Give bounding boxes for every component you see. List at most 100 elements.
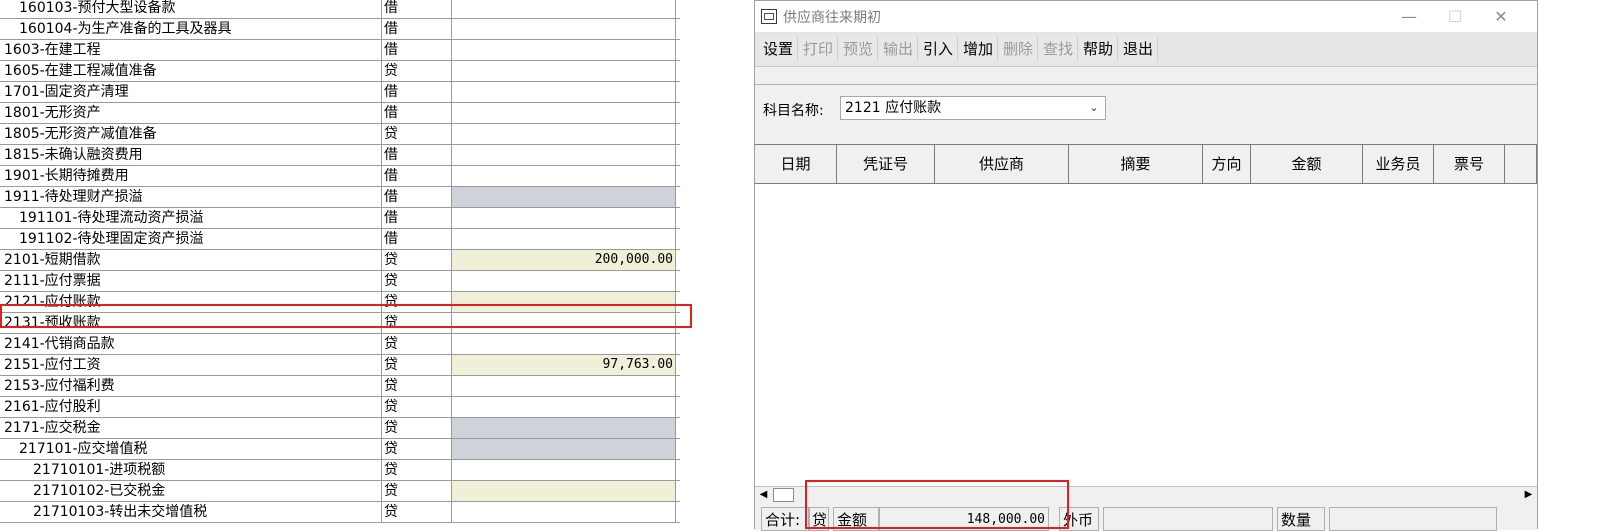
account-name: 191101-待处理流动资产损溢 bbox=[19, 210, 204, 226]
balance-direction: 借 bbox=[381, 0, 451, 18]
column-header[interactable]: 业务员 bbox=[1363, 145, 1434, 183]
ledger-row[interactable]: 21710102-已交税金 贷 bbox=[0, 481, 680, 502]
ledger-row[interactable]: 2111-应付票据 贷 bbox=[0, 271, 680, 292]
ledger-row[interactable]: 160104-为生产准备的工具及器具 借 bbox=[0, 19, 680, 40]
subject-select-value: 2121 应付账款 bbox=[845, 100, 942, 116]
opening-balance-cell bbox=[451, 187, 676, 207]
opening-balance-cell[interactable] bbox=[451, 40, 676, 60]
opening-balance-cell[interactable] bbox=[451, 229, 676, 249]
window-title: 供应商往来期初 bbox=[783, 10, 881, 26]
ledger-row[interactable]: 191102-待处理固定资产损溢 借 bbox=[0, 229, 680, 250]
ledger-row[interactable]: 1901-长期待摊费用 借 bbox=[0, 166, 680, 187]
ledger-row[interactable]: 2101-短期借款 贷 200,000.00 bbox=[0, 250, 680, 271]
opening-balance-cell[interactable] bbox=[451, 460, 676, 480]
account-name: 21710101-进项税额 bbox=[33, 462, 166, 478]
ledger-row[interactable]: 21710103-转出未交增值税 贷 bbox=[0, 502, 680, 523]
balance-direction: 贷 bbox=[381, 334, 451, 354]
toolbar-button[interactable]: 增加 bbox=[959, 36, 999, 62]
maximize-button[interactable]: ☐ bbox=[1432, 5, 1478, 29]
toolbar-button[interactable]: 退出 bbox=[1119, 36, 1159, 62]
toolbar-button[interactable]: 设置 bbox=[759, 36, 799, 62]
opening-balance-cell[interactable] bbox=[451, 334, 676, 354]
opening-balance-cell[interactable] bbox=[451, 502, 676, 522]
ledger-row[interactable]: 21710101-进项税额 贷 bbox=[0, 460, 680, 481]
balance-direction: 借 bbox=[381, 103, 451, 123]
toolbar-button[interactable]: 打印 bbox=[799, 36, 839, 62]
account-name: 21710102-已交税金 bbox=[33, 483, 166, 499]
opening-balance-cell[interactable] bbox=[451, 19, 676, 39]
opening-balance-cell[interactable] bbox=[451, 82, 676, 102]
ledger-table: 160103-预付大型设备款借 160104-为生产准备的工具及器具借 1603-在… bbox=[0, 0, 680, 523]
toolbar-button[interactable]: 查找 bbox=[1039, 36, 1079, 62]
close-button[interactable]: ✕ bbox=[1478, 5, 1524, 29]
opening-balance-cell[interactable] bbox=[451, 271, 676, 291]
balance-direction: 贷 bbox=[381, 481, 451, 501]
ledger-row[interactable]: 1701-固定资产清理 借 bbox=[0, 82, 680, 103]
foreign-currency-value bbox=[1103, 507, 1273, 531]
account-name: 21710103-转出未交增值税 bbox=[33, 504, 208, 520]
grid-header: 日期 凭证号 供应商 摘要 方向 金额 业务员 票号 bbox=[755, 144, 1537, 184]
opening-balance-cell[interactable]: 97,763.00 bbox=[451, 355, 676, 375]
opening-balance-cell[interactable] bbox=[451, 124, 676, 144]
subject-select[interactable]: 2121 应付账款 ⌄ bbox=[840, 96, 1106, 120]
toolbar-button[interactable]: 删除 bbox=[999, 36, 1039, 62]
opening-balance-cell[interactable]: 200,000.00 bbox=[451, 250, 676, 270]
app-icon bbox=[761, 9, 777, 24]
toolbar-button[interactable]: 预览 bbox=[839, 36, 879, 62]
balance-direction: 贷 bbox=[381, 271, 451, 291]
ledger-row[interactable]: 160103-预付大型设备款 借 bbox=[0, 0, 680, 19]
toolbar-button[interactable]: 帮助 bbox=[1079, 36, 1119, 62]
opening-balance-cell[interactable] bbox=[451, 397, 676, 417]
account-name: 160104-为生产准备的工具及器具 bbox=[19, 21, 232, 37]
ledger-row[interactable]: 1805-无形资产减值准备 贷 bbox=[0, 124, 680, 145]
column-header[interactable]: 凭证号 bbox=[837, 145, 935, 183]
ledger-row[interactable]: 2161-应付股利 贷 bbox=[0, 397, 680, 418]
balance-direction: 借 bbox=[381, 187, 451, 207]
account-name: 2141-代销商品款 bbox=[4, 336, 115, 352]
opening-balance-cell[interactable] bbox=[451, 61, 676, 81]
chevron-down-icon[interactable]: ⌄ bbox=[1086, 97, 1102, 119]
toolbar-button[interactable]: 引入 bbox=[919, 36, 959, 62]
balance-direction: 借 bbox=[381, 40, 451, 60]
ledger-row[interactable]: 1603-在建工程 借 bbox=[0, 40, 680, 61]
ledger-row[interactable]: 1911-待处理财产损溢 借 bbox=[0, 187, 680, 208]
column-header[interactable]: 日期 bbox=[755, 145, 837, 183]
column-header[interactable]: 票号 bbox=[1434, 145, 1505, 183]
minimize-button[interactable]: — bbox=[1386, 5, 1432, 29]
toolbar: 设置 打印 预览 输出 引入 增加 删除 查找 帮助 退出 bbox=[755, 32, 1537, 67]
ledger-row[interactable]: 1801-无形资产 借 bbox=[0, 103, 680, 124]
column-header[interactable]: 摘要 bbox=[1069, 145, 1203, 183]
balance-direction: 贷 bbox=[381, 355, 451, 375]
column-header[interactable]: 供应商 bbox=[935, 145, 1069, 183]
opening-balance-cell[interactable] bbox=[451, 103, 676, 123]
account-name: 2161-应付股利 bbox=[4, 399, 101, 415]
scroll-thumb[interactable] bbox=[773, 488, 794, 502]
opening-balance-cell[interactable] bbox=[451, 0, 676, 18]
ledger-row[interactable]: 2153-应付福利费 贷 bbox=[0, 376, 680, 397]
opening-balance-cell[interactable] bbox=[451, 208, 676, 228]
ledger-row[interactable]: 217101-应交增值税 贷 bbox=[0, 439, 680, 460]
column-header[interactable]: 金额 bbox=[1251, 145, 1363, 183]
scroll-right-icon[interactable]: ▶ bbox=[1520, 487, 1537, 503]
opening-balance-cell[interactable] bbox=[451, 376, 676, 396]
scroll-left-icon[interactable]: ◀ bbox=[755, 487, 772, 503]
grid-body[interactable] bbox=[755, 184, 1537, 486]
ledger-row[interactable]: 1605-在建工程减值准备 贷 bbox=[0, 61, 680, 82]
ledger-row[interactable]: 191101-待处理流动资产损溢 借 bbox=[0, 208, 680, 229]
account-name: 1805-无形资产减值准备 bbox=[4, 126, 157, 142]
title-bar: 供应商往来期初 — ☐ ✕ bbox=[755, 1, 1537, 32]
account-name: 1901-长期待摊费用 bbox=[4, 168, 129, 184]
balance-direction: 贷 bbox=[381, 460, 451, 480]
opening-balance-cell[interactable] bbox=[451, 166, 676, 186]
opening-balance-cell[interactable] bbox=[451, 481, 676, 501]
balance-direction: 借 bbox=[381, 166, 451, 186]
opening-balance-cell[interactable] bbox=[451, 145, 676, 165]
ledger-row[interactable]: 2151-应付工资 贷 97,763.00 bbox=[0, 355, 680, 376]
ledger-row[interactable]: 2141-代销商品款 贷 bbox=[0, 334, 680, 355]
column-header[interactable]: 方向 bbox=[1203, 145, 1251, 183]
ledger-row[interactable]: 2171-应交税金 贷 bbox=[0, 418, 680, 439]
toolbar-button[interactable]: 输出 bbox=[879, 36, 919, 62]
ledger-row[interactable]: 1815-未确认融资费用 借 bbox=[0, 145, 680, 166]
balance-direction: 借 bbox=[381, 19, 451, 39]
opening-balance-cell bbox=[451, 418, 676, 438]
